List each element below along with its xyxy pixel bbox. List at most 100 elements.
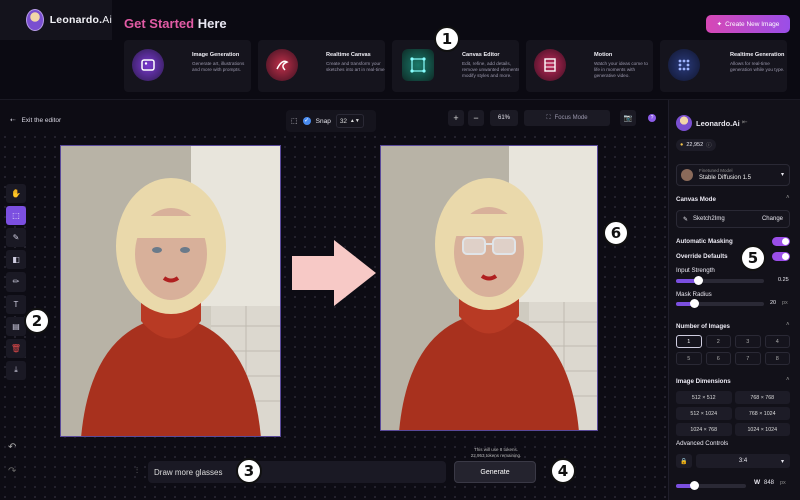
image-dimensions-heading: Image Dimensions [676,378,731,385]
transform-arrow-icon [292,240,376,306]
width-unit: px [780,480,786,486]
tokens-remaining-line: 22,953 tokens remaining. [470,453,522,458]
mask-radius-slider[interactable] [676,299,764,308]
aspect-ratio-value: 3:4 [738,458,748,464]
erase-tool-icon[interactable]: ◧ [6,250,26,270]
model-selector[interactable]: Finetuned Model Stable Diffusion 1.5 ▾ [676,164,790,186]
card-title: Realtime Canvas [326,52,371,58]
automatic-masking-label: Automatic Masking [676,238,733,245]
num-images-option[interactable]: 8 [764,352,790,365]
panel-brand-suffix: Ai [732,119,740,128]
camera-icon[interactable]: 📷 [620,110,636,126]
lock-icon[interactable]: 🔒 [676,454,692,468]
token-balance: ● 22,952 ⓘ [676,139,716,151]
select-tool-icon[interactable]: ⬚ [6,206,26,226]
pencil-tool-icon[interactable]: ✏ [6,272,26,292]
text-tool-icon[interactable]: T [6,294,26,314]
dimension-option[interactable]: 1024 × 768 [676,423,732,436]
annotation-badge: 6 [603,220,629,246]
exit-editor-link[interactable]: ⇠ Exit the editor [10,116,61,125]
delete-icon[interactable]: 🗑 [6,338,26,358]
create-new-image-button[interactable]: ✦ Create New Image [706,15,790,33]
zoom-level[interactable]: 61% [490,110,518,126]
zoom-out-button[interactable]: − [468,110,484,126]
image-upload-icon[interactable]: ▤ [6,316,26,336]
download-icon[interactable]: ⤓ [6,360,26,380]
annotation-badge: 4 [550,458,576,484]
focus-icon: ⛶ [546,114,551,121]
width-label: W [754,479,761,486]
snap-checkbox[interactable]: ✓ [302,117,311,125]
automatic-masking-toggle[interactable] [772,237,790,246]
card-realtime-generation[interactable]: Realtime Generation Allows for real-time… [660,40,787,92]
pencil-icon: ✎ [683,216,689,223]
dimension-option[interactable]: 1024 × 1024 [734,423,790,436]
card-realtime-canvas[interactable]: Realtime Canvas Create and transform you… [258,40,385,92]
dimension-option[interactable]: 768 × 1024 [734,407,790,420]
num-images-option[interactable]: 1 [676,335,702,348]
brand-logo[interactable]: Leonardo.Ai [0,0,112,40]
change-mode-button[interactable]: Change [762,216,783,222]
info-icon[interactable]: ? [648,114,656,122]
card-desc: Create and transform your sketches into … [326,61,385,72]
collapse-panel-icon[interactable]: ⇤ [742,118,747,126]
page-title-a: Get Started [124,16,195,31]
page-title-b: Here [197,16,227,31]
top-bar: Leonardo.Ai Get Started Here ✦ Create New… [0,0,800,100]
slider-knob[interactable] [694,276,703,285]
model-label: Finetuned Model [699,168,733,173]
num-images-option[interactable]: 4 [764,335,790,348]
mask-radius-value: 20 [770,300,777,306]
width-slider[interactable] [676,481,746,490]
brand-name-suffix: Ai [102,14,112,26]
redo-icon[interactable]: ↷ [8,466,16,477]
prompt-input[interactable]: Draw more glasses [148,461,446,483]
chevron-up-icon[interactable]: ˄ [786,322,790,328]
override-defaults-toggle[interactable] [772,252,790,261]
num-images-option[interactable]: 5 [676,352,702,365]
sketch-mode-field[interactable]: ✎ Sketch2Img Change [676,210,790,228]
dimension-option[interactable]: 768 × 768 [734,391,790,404]
undo-icon[interactable]: ↶ [8,442,16,453]
tool-palette: ✋ ⬚ ✎ ◧ ✏ T ▤ 🗑 ⤓ [6,184,26,380]
card-motion[interactable]: Motion Watch your ideas come to life in … [526,40,653,92]
card-desc: Watch your ideas come to life in moments… [594,61,649,78]
prompt-settings-icon[interactable]: ⫶ [136,466,138,476]
mask-radius-unit: px [782,300,788,306]
chevron-up-icon[interactable]: ˄ [786,195,790,201]
focus-mode-button[interactable]: ⛶ Focus Mode [524,110,610,126]
help-icon[interactable]: ⓘ [706,141,712,149]
input-strength-label: Input Strength [676,267,715,274]
card-image-generation[interactable]: Image Generation Generate art, illustrat… [124,40,251,92]
result-image[interactable] [380,145,598,431]
snap-label: Snap [315,117,331,125]
num-images-option[interactable]: 3 [735,335,761,348]
zoom-in-button[interactable]: + [448,110,464,126]
num-images-option[interactable]: 7 [735,352,761,365]
panel-brand: Leonardo. [696,119,733,128]
aspect-ratio-select[interactable]: 3:4 ▾ [696,454,790,468]
generate-button[interactable]: Generate [454,461,536,483]
snap-value-input[interactable]: 32 ▲▼ [335,114,364,128]
film-icon [534,49,566,81]
select-icon[interactable]: ⬚ [291,117,298,125]
source-image[interactable] [60,145,281,437]
input-strength-slider[interactable] [676,276,764,285]
stepper-icon[interactable]: ▲▼ [350,118,360,124]
num-images-option[interactable]: 2 [705,335,731,348]
num-images-option[interactable]: 6 [705,352,731,365]
canvas-editor-icon [402,49,434,81]
slider-knob[interactable] [690,481,699,490]
dimension-option[interactable]: 512 × 1024 [676,407,732,420]
dimension-option[interactable]: 512 × 512 [676,391,732,404]
snap-control: ⬚ ✓ Snap 32 ▲▼ [286,110,376,132]
slider-knob[interactable] [690,299,699,308]
exit-arrow-icon: ⇠ [10,117,16,124]
brush-icon [266,49,298,81]
hand-tool-icon[interactable]: ✋ [6,184,26,204]
chevron-up-icon[interactable]: ˄ [786,377,790,383]
annotation-badge: 1 [434,26,460,52]
token-icon: ● [680,142,684,148]
brand-name: Leonardo. [49,14,103,26]
mask-tool-icon[interactable]: ✎ [6,228,26,248]
